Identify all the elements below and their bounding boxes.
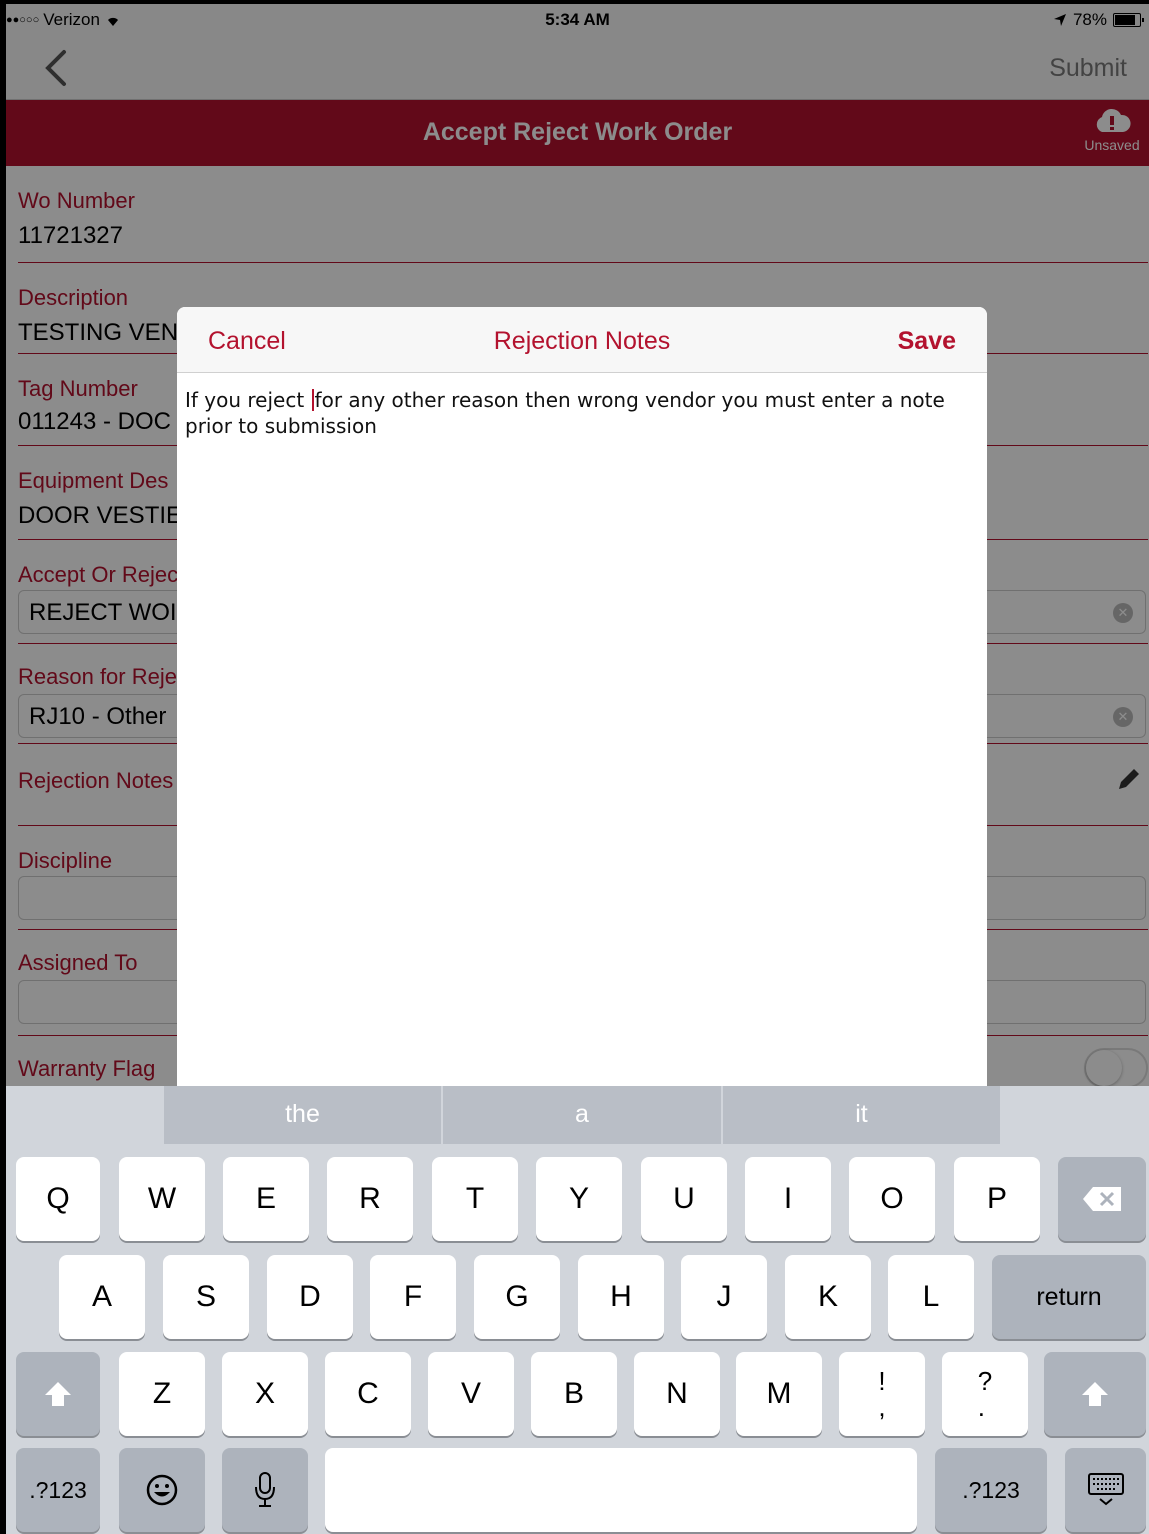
key-m[interactable]: M: [736, 1352, 822, 1436]
key-n[interactable]: N: [634, 1352, 720, 1436]
key-i[interactable]: I: [745, 1157, 831, 1241]
keyboard-dismiss-icon: [1087, 1473, 1124, 1506]
shift-key-left[interactable]: [16, 1352, 100, 1436]
shift-key-right[interactable]: [1044, 1352, 1146, 1436]
notes-textarea[interactable]: If you reject for any other reason then …: [185, 387, 985, 439]
suggestion-item[interactable]: a: [443, 1086, 721, 1144]
key-question-period[interactable]: ? .: [942, 1352, 1028, 1436]
key-v[interactable]: V: [428, 1352, 514, 1436]
numbers-key-right[interactable]: .?123: [935, 1448, 1047, 1532]
key-q[interactable]: Q: [16, 1157, 100, 1241]
suggestion-bar: the a it: [6, 1086, 1149, 1144]
key-j[interactable]: J: [681, 1255, 767, 1339]
key-r[interactable]: R: [327, 1157, 413, 1241]
key-x[interactable]: X: [222, 1352, 308, 1436]
shift-icon: [1082, 1382, 1108, 1406]
backspace-icon: [1083, 1187, 1121, 1211]
notes-text-before: If you reject: [185, 388, 311, 412]
key-c[interactable]: C: [325, 1352, 411, 1436]
hide-keyboard-key[interactable]: [1065, 1448, 1146, 1532]
suggestion-item[interactable]: it: [723, 1086, 1000, 1144]
modal-header: Cancel Rejection Notes Save: [177, 307, 987, 373]
key-y[interactable]: Y: [536, 1157, 622, 1241]
suggestion-item[interactable]: the: [164, 1086, 441, 1144]
return-key[interactable]: return: [992, 1255, 1146, 1339]
key-g[interactable]: G: [474, 1255, 560, 1339]
modal-title: Rejection Notes: [493, 327, 671, 355]
key-s[interactable]: S: [163, 1255, 249, 1339]
key-t[interactable]: T: [432, 1157, 518, 1241]
key-k[interactable]: K: [785, 1255, 871, 1339]
emoji-key[interactable]: [119, 1448, 205, 1532]
key-exclamation-comma[interactable]: ! ,: [839, 1352, 925, 1436]
on-screen-keyboard: the a it Q W E R T Y U I O P A S D F G H…: [6, 1086, 1149, 1534]
numbers-key-left[interactable]: .?123: [16, 1448, 100, 1532]
key-d[interactable]: D: [267, 1255, 353, 1339]
key-o[interactable]: O: [849, 1157, 935, 1241]
key-w[interactable]: W: [119, 1157, 205, 1241]
save-button[interactable]: Save: [898, 327, 956, 356]
rejection-notes-modal: Cancel Rejection Notes Save If you rejec…: [177, 307, 987, 1097]
microphone-icon: [255, 1472, 275, 1507]
key-z[interactable]: Z: [119, 1352, 205, 1436]
key-b[interactable]: B: [531, 1352, 617, 1436]
key-u[interactable]: U: [641, 1157, 727, 1241]
delete-key[interactable]: [1058, 1157, 1146, 1241]
text-cursor: [311, 389, 314, 411]
key-e[interactable]: E: [223, 1157, 309, 1241]
space-bar[interactable]: [325, 1448, 917, 1532]
app-screen: ●●○○○ Verizon 5:34 AM 78% Submit Accept …: [6, 4, 1149, 1534]
emoji-icon: [146, 1474, 178, 1506]
key-f[interactable]: F: [370, 1255, 456, 1339]
key-l[interactable]: L: [888, 1255, 974, 1339]
key-h[interactable]: H: [578, 1255, 664, 1339]
key-p[interactable]: P: [954, 1157, 1040, 1241]
shift-icon: [45, 1382, 71, 1406]
key-a[interactable]: A: [59, 1255, 145, 1339]
dictation-key[interactable]: [222, 1448, 308, 1532]
